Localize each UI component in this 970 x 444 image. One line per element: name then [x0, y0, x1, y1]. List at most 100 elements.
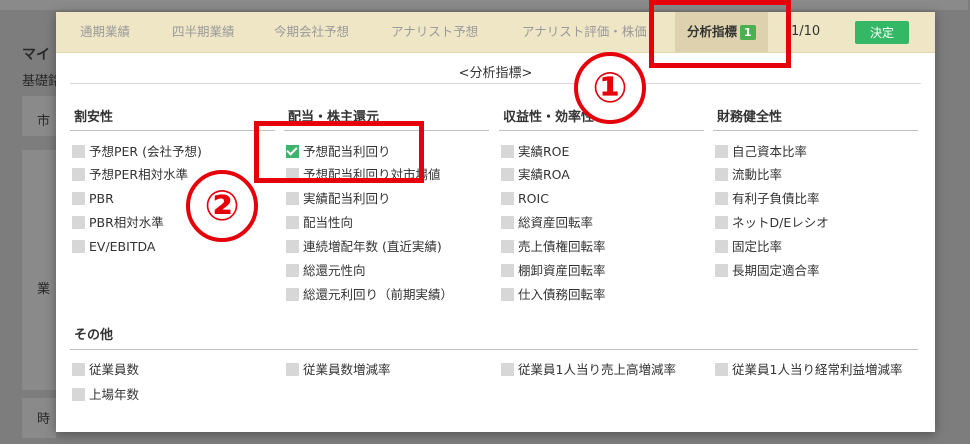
- option-pbr-relative[interactable]: PBR相対水準: [72, 213, 164, 233]
- group-rule: [499, 130, 704, 131]
- tab-analyst-rating-price[interactable]: アナリスト評価・株価: [522, 12, 647, 52]
- bg-title: マイ: [22, 47, 50, 63]
- option-label: 実績配当利回り: [303, 191, 391, 206]
- tab-annual-results[interactable]: 通期業績: [80, 12, 130, 52]
- option-years-listed[interactable]: 上場年数: [72, 385, 139, 405]
- checkbox[interactable]: [286, 168, 299, 181]
- option-employees[interactable]: 従業員数: [72, 360, 139, 380]
- option-actual-roa[interactable]: 実績ROA: [501, 165, 570, 185]
- tab-company-forecast[interactable]: 今期会社予想: [274, 12, 349, 52]
- option-label: 総資産回転率: [518, 215, 594, 230]
- option-label: 従業員1人当り売上高増減率: [518, 362, 676, 377]
- bg-item-2: 業: [37, 282, 51, 297]
- option-employee-change[interactable]: 従業員数増減率: [286, 360, 391, 380]
- checkbox[interactable]: [286, 288, 299, 301]
- option-label: 自己資本比率: [732, 144, 808, 159]
- option-forecast-per[interactable]: 予想PER (会社予想): [72, 142, 202, 162]
- checkbox[interactable]: [501, 288, 514, 301]
- option-net-de-ratio[interactable]: ネットD/Eレシオ: [715, 213, 829, 233]
- checkbox[interactable]: [715, 145, 728, 158]
- option-label: 従業員1人当り経常利益増減率: [732, 362, 903, 377]
- option-label: 実績ROA: [518, 167, 570, 182]
- checkbox[interactable]: [286, 192, 299, 205]
- option-ev-ebitda[interactable]: EV/EBITDA: [72, 237, 155, 257]
- option-roic[interactable]: ROIC: [501, 189, 549, 209]
- option-label: 予想PER (会社予想): [89, 144, 202, 159]
- option-actual-dividend-yield[interactable]: 実績配当利回り: [286, 189, 391, 209]
- option-debt-ratio[interactable]: 有利子負債比率: [715, 189, 820, 209]
- checkbox[interactable]: [715, 363, 728, 376]
- bg-topbar: [0, 0, 968, 10]
- option-label: 配当性向: [303, 215, 354, 230]
- option-forecast-dividend-yield[interactable]: 予想配当利回り: [286, 142, 391, 162]
- checkbox[interactable]: [501, 264, 514, 277]
- checkbox[interactable]: [715, 264, 728, 277]
- checkbox[interactable]: [72, 216, 85, 229]
- option-label: 有利子負債比率: [732, 191, 820, 206]
- checkbox[interactable]: [715, 192, 728, 205]
- option-label: 仕入債務回転率: [518, 287, 606, 302]
- checkbox[interactable]: [715, 168, 728, 181]
- checkbox[interactable]: [501, 216, 514, 229]
- tab-bar: 通期業績 四半期業績 今期会社予想 アナリスト予想 アナリスト評価・株価 分析指…: [56, 12, 935, 53]
- group-title-financial-health: 財務健全性: [717, 110, 783, 125]
- bg-panel-2: [22, 150, 56, 390]
- checkbox[interactable]: [715, 216, 728, 229]
- option-profit-per-employee-change[interactable]: 従業員1人当り経常利益増減率: [715, 360, 902, 380]
- option-label: 総還元利回り（前期実績）: [303, 287, 454, 302]
- option-label: 棚卸資産回転率: [518, 263, 606, 278]
- group-rule: [70, 349, 918, 350]
- option-sales-per-employee-change[interactable]: 従業員1人当り売上高増減率: [501, 360, 676, 380]
- checkbox[interactable]: [72, 192, 85, 205]
- bg-item-3: 時: [37, 412, 51, 427]
- checkbox[interactable]: [72, 168, 85, 181]
- option-equity-ratio[interactable]: 自己資本比率: [715, 142, 807, 162]
- section-subtitle: <分析指標>: [458, 66, 533, 81]
- checkbox[interactable]: [72, 388, 85, 401]
- option-asset-turnover[interactable]: 総資産回転率: [501, 213, 593, 233]
- checkbox[interactable]: [72, 363, 85, 376]
- option-total-shareholder-yield[interactable]: 総還元利回り（前期実績）: [286, 285, 453, 305]
- group-rule: [284, 130, 489, 131]
- checkbox[interactable]: [501, 168, 514, 181]
- group-rule: [70, 130, 275, 131]
- option-actual-roe[interactable]: 実績ROE: [501, 142, 569, 162]
- option-payout-ratio[interactable]: 配当性向: [286, 213, 353, 233]
- group-rule: [713, 130, 918, 131]
- option-payables-turnover[interactable]: 仕入債務回転率: [501, 285, 606, 305]
- tab-analysis-indicators[interactable]: 分析指標 1: [675, 12, 768, 52]
- option-total-payout-ratio[interactable]: 総還元性向: [286, 261, 366, 281]
- option-forecast-yield-vs-market[interactable]: 予想配当利回り対市場値: [286, 165, 441, 185]
- checkbox[interactable]: [72, 240, 85, 253]
- checkbox[interactable]: [286, 264, 299, 277]
- option-label: 予想配当利回り対市場値: [303, 167, 441, 182]
- option-label: 長期固定適合率: [732, 263, 820, 278]
- option-fixed-ratio[interactable]: 固定比率: [715, 237, 782, 257]
- group-title-valuation: 割安性: [74, 110, 114, 125]
- checkbox[interactable]: [72, 145, 85, 158]
- option-consecutive-dividend-increase[interactable]: 連続増配年数 (直近実績): [286, 237, 442, 257]
- checkbox[interactable]: [501, 192, 514, 205]
- option-pbr[interactable]: PBR: [72, 189, 114, 209]
- option-label: 連続増配年数 (直近実績): [303, 239, 442, 254]
- checkbox[interactable]: [501, 363, 514, 376]
- checkbox[interactable]: [715, 240, 728, 253]
- tab-analyst-forecast[interactable]: アナリスト予想: [391, 12, 478, 52]
- option-label: 予想PER相対水準: [89, 167, 189, 182]
- tab-quarterly-results[interactable]: 四半期業績: [172, 12, 235, 52]
- checkbox[interactable]: [501, 145, 514, 158]
- checkbox[interactable]: [286, 216, 299, 229]
- option-forecast-per-relative[interactable]: 予想PER相対水準: [72, 165, 188, 185]
- checkbox[interactable]: [286, 240, 299, 253]
- tab-analysis-indicators-label: 分析指標: [687, 24, 738, 39]
- checkbox[interactable]: [286, 363, 299, 376]
- checkbox-checked[interactable]: [286, 145, 299, 158]
- decide-button[interactable]: 決定: [855, 21, 909, 44]
- group-title-profitability: 収益性・効率性: [503, 110, 595, 125]
- divider: [70, 83, 921, 84]
- option-current-ratio[interactable]: 流動比率: [715, 165, 782, 185]
- option-receivables-turnover[interactable]: 売上債権回転率: [501, 237, 606, 257]
- checkbox[interactable]: [501, 240, 514, 253]
- option-long-term-fixed-adequacy[interactable]: 長期固定適合率: [715, 261, 820, 281]
- option-inventory-turnover[interactable]: 棚卸資産回転率: [501, 261, 606, 281]
